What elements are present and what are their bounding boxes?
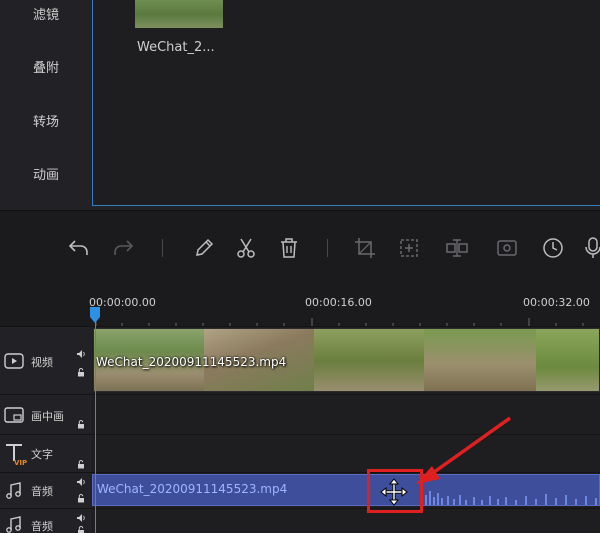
crop-icon [355, 238, 375, 258]
pencil-icon [196, 238, 214, 256]
timeline-toolbar [0, 210, 600, 286]
nav-item-transitions[interactable]: 转场 [0, 111, 92, 130]
track-label-audio: 音频 [31, 485, 53, 498]
effects-nav: 滤镜 叠附 转场 动画 [0, 0, 92, 206]
zoom-frame-icon [400, 239, 418, 257]
playhead-line[interactable] [95, 322, 96, 533]
crop-button[interactable] [352, 235, 378, 261]
track-label-pip: 画中画 [31, 410, 64, 423]
vip-badge: VIP [14, 459, 28, 467]
split-grid-icon [446, 239, 468, 257]
track-header-pip: 画中画 [0, 394, 92, 434]
lock-icon[interactable] [76, 367, 86, 377]
music-note-icon [6, 516, 21, 533]
undo-button[interactable] [66, 235, 92, 261]
top-panel: 滤镜 叠附 转场 动画 WeChat_2... [0, 0, 600, 210]
audio-clip-label: WeChat_20200911145523.mp4 [97, 482, 288, 496]
redo-icon [114, 240, 134, 255]
track-header-audio-1: 音频 [0, 472, 92, 508]
track-header-video: 视频 [0, 326, 92, 394]
volume-icon[interactable] [76, 349, 86, 359]
lock-icon[interactable] [76, 525, 86, 533]
track-label-video: 视频 [31, 356, 53, 369]
media-library: WeChat_2... [92, 0, 600, 206]
media-filename: WeChat_2... [137, 40, 215, 55]
clip-frame [536, 329, 599, 391]
audio-waveform [425, 491, 597, 505]
record-screen-button[interactable] [494, 235, 520, 261]
track-label-audio: 音频 [31, 520, 53, 533]
edit-button[interactable] [191, 235, 217, 261]
ruler-tick-label: 00:00:16.00 [305, 296, 372, 309]
screen-record-icon [497, 240, 517, 256]
clip-frame [314, 329, 424, 391]
cut-button[interactable] [233, 235, 259, 261]
voiceover-button[interactable] [580, 235, 600, 261]
pip-track-icon [4, 407, 24, 423]
track-header-audio-2: 音频 [0, 508, 92, 533]
move-cursor-icon [380, 478, 408, 506]
audio-clip[interactable]: WeChat_20200911145523.mp4 [92, 474, 600, 506]
toolbar-divider [162, 239, 163, 257]
clock-icon [543, 238, 563, 258]
track-lane-text[interactable] [92, 434, 600, 472]
media-thumbnail[interactable] [135, 0, 223, 28]
volume-icon[interactable] [76, 513, 86, 523]
video-track-icon [4, 353, 24, 369]
playhead-handle[interactable] [89, 307, 101, 323]
duration-button[interactable] [540, 235, 566, 261]
nav-item-animations[interactable]: 动画 [0, 164, 92, 183]
video-clip[interactable]: WeChat_20200911145523.mp4 [93, 328, 600, 392]
track-lane-audio-2[interactable] [92, 508, 600, 533]
volume-icon[interactable] [76, 477, 86, 487]
undo-icon [68, 240, 88, 255]
video-clip-label: WeChat_20200911145523.mp4 [96, 355, 287, 369]
track-lane-pip[interactable] [92, 394, 600, 434]
nav-item-overlays[interactable]: 叠附 [0, 57, 92, 76]
nav-item-filters[interactable]: 滤镜 [0, 4, 92, 23]
trash-icon [281, 238, 297, 258]
track-label-text: 文字 [31, 448, 53, 461]
lock-icon[interactable] [76, 493, 86, 503]
split-screen-button[interactable] [444, 235, 470, 261]
music-note-icon [6, 482, 21, 499]
track-header-text: 文字 VIP [0, 434, 92, 472]
ruler-tick-marks [95, 318, 584, 326]
scissors-icon [237, 238, 255, 258]
zoom-frame-button[interactable] [396, 235, 422, 261]
redo-button[interactable] [110, 235, 136, 261]
toolbar-divider [327, 239, 328, 257]
microphone-icon [585, 237, 600, 258]
clip-frame [424, 329, 536, 391]
lock-icon[interactable] [76, 419, 86, 429]
lock-icon[interactable] [76, 459, 86, 469]
ruler-tick-label: 00:00:32.00 [523, 296, 590, 309]
delete-button[interactable] [276, 235, 302, 261]
